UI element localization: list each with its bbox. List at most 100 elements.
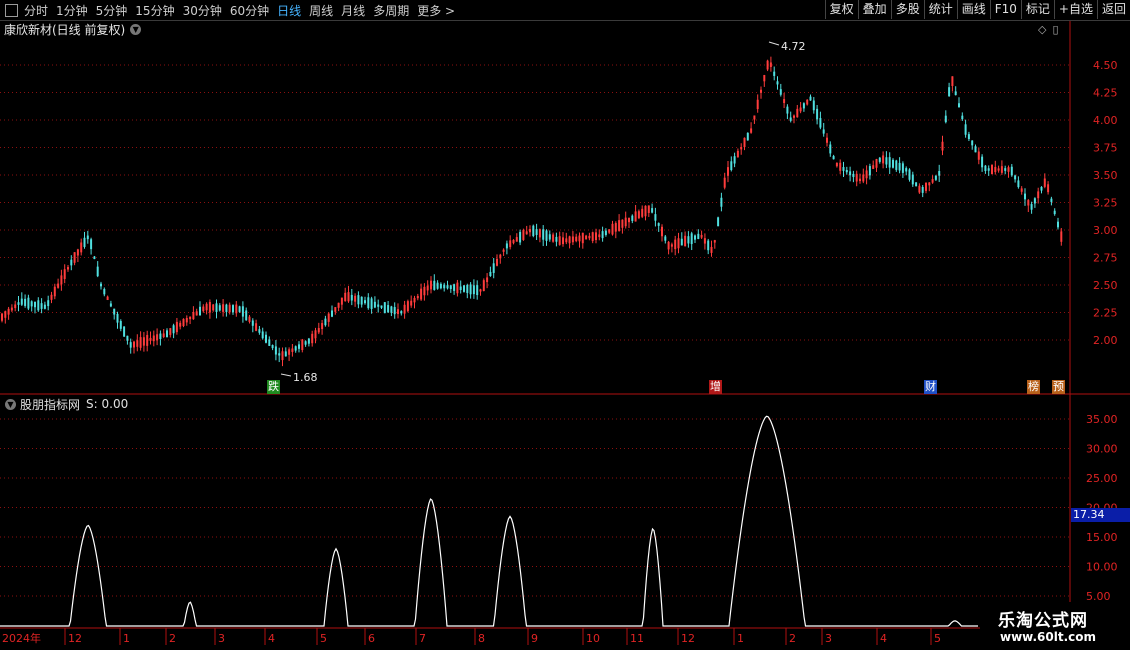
candle-body bbox=[268, 339, 271, 346]
tab-30min[interactable]: 30分钟 bbox=[183, 2, 222, 19]
candle-body bbox=[496, 258, 498, 266]
overlay-button[interactable]: 叠加 bbox=[857, 0, 891, 19]
candle-body bbox=[202, 306, 205, 312]
tab-daily[interactable]: 日线 bbox=[277, 2, 301, 19]
candle-body bbox=[538, 229, 541, 238]
candle-body bbox=[393, 307, 396, 315]
candle-body bbox=[499, 254, 502, 259]
candle-body bbox=[307, 338, 310, 344]
tab-5min[interactable]: 5分钟 bbox=[96, 2, 128, 19]
candle-body bbox=[766, 60, 769, 70]
tab-15min[interactable]: 15分钟 bbox=[135, 2, 174, 19]
tab-monthly[interactable]: 月线 bbox=[341, 2, 365, 19]
event-marker-list[interactable]: 榜 bbox=[1027, 380, 1040, 394]
candle-body bbox=[403, 304, 406, 314]
candle-body bbox=[835, 162, 838, 167]
candle-body bbox=[908, 169, 911, 180]
candle-body bbox=[710, 246, 713, 253]
candle-body bbox=[340, 297, 343, 305]
candle-body bbox=[1043, 178, 1046, 187]
time-tick-label: 5 bbox=[320, 632, 327, 645]
candle-body bbox=[377, 304, 380, 307]
candle-body bbox=[1017, 180, 1020, 188]
indicator-value: S: 0.00 bbox=[86, 397, 129, 411]
candle-body bbox=[27, 297, 30, 309]
diamond-icon[interactable]: ◇ bbox=[1038, 23, 1046, 36]
candle-body bbox=[344, 292, 347, 302]
candle-body bbox=[390, 306, 393, 313]
tab-multi-period[interactable]: 多周期 bbox=[373, 2, 409, 19]
chevron-down-icon[interactable]: ▼ bbox=[5, 398, 16, 410]
candle-body bbox=[855, 173, 858, 182]
candle-body bbox=[730, 161, 733, 171]
candle-body bbox=[578, 235, 581, 242]
add-watchlist-button[interactable]: +自选 bbox=[1053, 0, 1097, 19]
tab-weekly[interactable]: 周线 bbox=[309, 2, 333, 19]
time-axis-ticks: 2024年 12 1 2 3 4 5 6 7 8 9 10 11 12 1 2 3 4 5 bbox=[2, 628, 941, 645]
candle-body bbox=[387, 305, 390, 313]
multi-stock-button[interactable]: 多股 bbox=[890, 0, 924, 19]
tab-60min[interactable]: 60分钟 bbox=[230, 2, 269, 19]
candle-body bbox=[971, 140, 974, 146]
panel-toggle-icon[interactable]: ▯ bbox=[1052, 23, 1058, 36]
indicator-grid bbox=[0, 418, 1070, 597]
candle-body bbox=[948, 87, 951, 97]
candle-body bbox=[136, 340, 139, 347]
watermark-title: 乐淘公式网 bbox=[998, 611, 1088, 631]
candle-body bbox=[195, 311, 198, 316]
candle-body bbox=[106, 296, 109, 301]
candle-body bbox=[373, 301, 376, 308]
back-button[interactable]: 返回 bbox=[1096, 0, 1130, 19]
candle-body bbox=[700, 235, 703, 238]
time-tick-label: 2 bbox=[789, 632, 796, 645]
candle-body bbox=[809, 96, 812, 101]
tab-1min[interactable]: 1分钟 bbox=[56, 2, 88, 19]
candle-body bbox=[941, 141, 944, 151]
candle-body bbox=[430, 280, 432, 290]
time-tick-label: 2 bbox=[169, 632, 176, 645]
candle-body bbox=[103, 288, 106, 295]
indicator-name: 股朋指标网 bbox=[20, 397, 81, 412]
tab-timeshare[interactable]: 分时 bbox=[24, 2, 48, 19]
candle-body bbox=[337, 302, 340, 308]
event-marker-fall[interactable]: 跌 bbox=[267, 380, 280, 394]
price-tick-label: 3.75 bbox=[1093, 142, 1118, 155]
mark-button[interactable]: 标记 bbox=[1020, 0, 1054, 19]
high-label: 4.72 bbox=[781, 40, 806, 53]
candle-body bbox=[1060, 231, 1063, 242]
draw-line-button[interactable]: 画线 bbox=[956, 0, 990, 19]
candle-body bbox=[548, 234, 551, 240]
menu-square-icon[interactable] bbox=[5, 3, 18, 17]
statistics-button[interactable]: 统计 bbox=[923, 0, 957, 19]
candle-body bbox=[842, 167, 845, 171]
candle-body bbox=[852, 173, 855, 178]
f10-button[interactable]: F10 bbox=[989, 0, 1021, 19]
candle-body bbox=[786, 106, 789, 114]
candle-body bbox=[595, 232, 597, 241]
candle-body bbox=[954, 91, 957, 96]
candle-body bbox=[423, 286, 426, 296]
candle-body bbox=[113, 308, 116, 315]
candle-body bbox=[878, 157, 881, 162]
event-marker-finance[interactable]: 财 bbox=[924, 380, 937, 394]
low-pointer bbox=[280, 373, 292, 377]
event-marker-increase[interactable]: 增 bbox=[709, 380, 722, 394]
event-marker-forecast[interactable]: 预 bbox=[1052, 380, 1065, 394]
price-tick-label: 2.25 bbox=[1093, 307, 1118, 320]
candle-body bbox=[585, 235, 588, 240]
candle-body bbox=[175, 321, 178, 333]
candle-body bbox=[7, 308, 10, 315]
chevron-down-icon[interactable]: ▼ bbox=[130, 24, 142, 35]
candle-body bbox=[199, 306, 201, 316]
candle-body bbox=[839, 162, 842, 171]
time-tick-label: 1 bbox=[737, 632, 744, 645]
time-tick-label: 5 bbox=[934, 632, 941, 645]
candle-body bbox=[265, 334, 267, 343]
tab-more[interactable]: 更多 > bbox=[417, 2, 455, 19]
candle-body bbox=[958, 103, 960, 108]
candle-body bbox=[96, 266, 99, 277]
candle-body bbox=[875, 159, 878, 168]
candle-body bbox=[901, 163, 904, 173]
candle-body bbox=[291, 348, 294, 352]
restore-rights-button[interactable]: 复权 bbox=[824, 0, 858, 19]
